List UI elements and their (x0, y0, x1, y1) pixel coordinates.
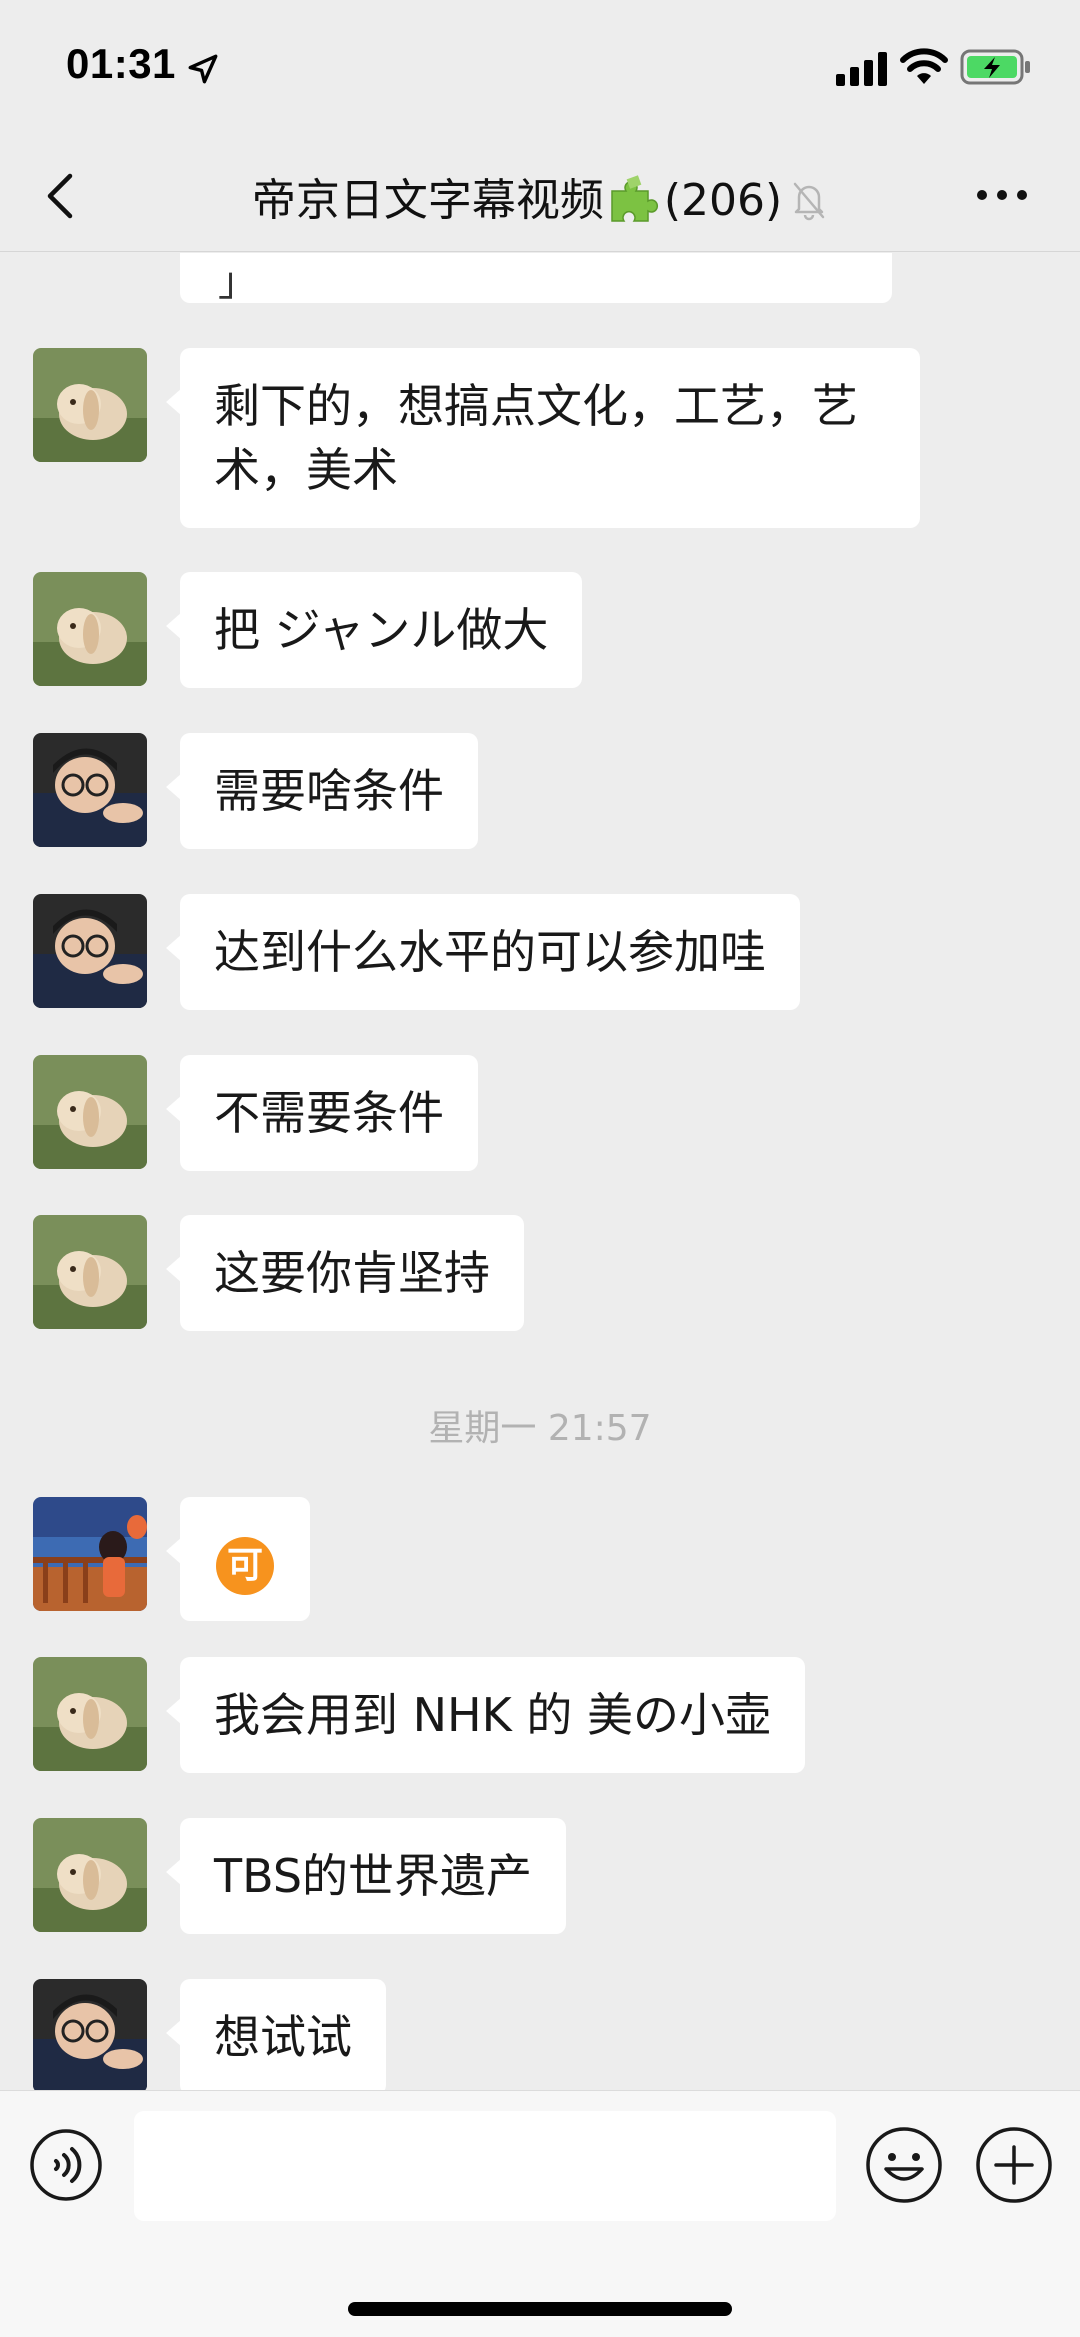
status-bar: 01:31 (0, 0, 1080, 140)
location-arrow-icon (188, 54, 218, 84)
message-text: 想试试 (214, 2010, 352, 2064)
rabbit-avatar[interactable] (33, 348, 147, 462)
message-text: 达到什么水平的可以参加哇 (214, 925, 766, 979)
chat-title[interactable]: 帝京日文字幕视频 (206) (0, 164, 1080, 228)
message-text: 这要你肯坚持 (214, 1246, 490, 1300)
puzzle-piece-icon (611, 175, 658, 222)
member-count: (206) (663, 175, 783, 226)
wifi-icon (900, 48, 948, 84)
message-text: TBS的世界遗产 (214, 1849, 533, 1903)
message-text: 把 ジャンル做大 (214, 603, 549, 657)
message-input[interactable] (134, 2111, 836, 2221)
rabbit-avatar[interactable] (33, 1215, 147, 1329)
cellular-signal-icon (836, 52, 887, 86)
home-indicator[interactable] (348, 2302, 732, 2316)
chat-header: 帝京日文字幕视频 (206) (0, 140, 1080, 252)
voice-input-icon[interactable] (28, 2127, 104, 2203)
message-text: 」 (218, 259, 258, 305)
message-timestamp: 星期一 21:57 (428, 1408, 652, 1449)
girl-seaside-avatar[interactable] (33, 1497, 147, 1611)
message-bubble[interactable]: 需要啥条件 (166, 733, 478, 849)
message-bubble[interactable]: TBS的世界遗产 (165, 1818, 567, 1934)
message-bubble[interactable]: 剩下的，想搞点文化，工艺，艺术，美术 (166, 348, 920, 528)
message-bubble[interactable]: 这要你肯坚持 (166, 1215, 524, 1331)
boy-glasses-avatar[interactable] (33, 1979, 147, 2090)
boy-glasses-avatar[interactable] (33, 894, 147, 1008)
group-name: 帝京日文字幕视频 (251, 175, 604, 226)
message-bubble[interactable]: 我会用到 NHK 的 美の小壶 (165, 1657, 806, 1773)
message-list[interactable]: 」 剩下的，想搞点文化，工艺，艺术，美术 把 ジャンル做大 需要啥条件 达到什么… (0, 253, 1080, 2090)
message-bubble[interactable]: 想试试 (166, 1979, 386, 2090)
smiley-face-icon[interactable] (864, 2125, 944, 2205)
chat-input-bar (0, 2090, 1080, 2337)
battery-charging-icon (960, 49, 1030, 85)
message-bubble[interactable]: 不需要条件 (166, 1055, 478, 1171)
message-bubble[interactable] (180, 253, 892, 303)
message-bubble[interactable]: 可 (166, 1497, 310, 1621)
status-time: 01:31 (66, 40, 176, 87)
plus-circle-icon[interactable] (974, 2125, 1054, 2205)
rabbit-avatar[interactable] (33, 572, 147, 686)
message-text: 剩下的，想搞点文化，工艺，艺术，美术 (214, 379, 858, 497)
rabbit-avatar[interactable] (33, 1657, 147, 1771)
ke-sticker-icon: 可 (216, 1537, 274, 1595)
message-text: 需要啥条件 (214, 764, 444, 818)
boy-glasses-avatar[interactable] (33, 733, 147, 847)
rabbit-avatar[interactable] (33, 1055, 147, 1169)
rabbit-avatar[interactable] (33, 1818, 147, 1932)
message-bubble[interactable]: 把 ジャンル做大 (165, 572, 583, 688)
ellipsis-icon[interactable] (974, 180, 1030, 210)
bell-slash-icon (793, 182, 825, 221)
message-text: 不需要条件 (214, 1086, 444, 1140)
message-bubble[interactable]: 达到什么水平的可以参加哇 (166, 894, 800, 1010)
message-text: 我会用到 NHK 的 美の小壶 (214, 1688, 772, 1742)
